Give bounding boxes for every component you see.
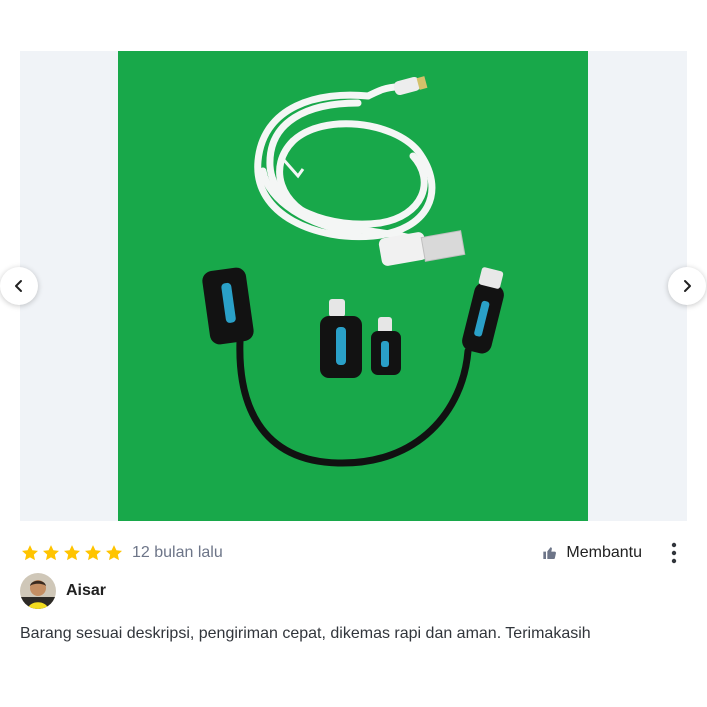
review-photo[interactable] <box>118 51 588 521</box>
thumbs-up-icon <box>543 547 557 559</box>
review-meta-row: 12 bulan lalu Membantu <box>20 540 687 566</box>
next-image-button[interactable] <box>668 267 706 305</box>
star-icon <box>64 545 80 561</box>
reviewer-row: Aisar <box>20 572 106 609</box>
avatar[interactable] <box>20 572 56 609</box>
previous-image-button[interactable] <box>0 267 38 305</box>
helpful-label: Membantu <box>566 544 642 561</box>
star-icon <box>106 545 122 561</box>
more-options-button[interactable] <box>666 540 682 566</box>
kebab-menu-icon <box>671 542 677 564</box>
helpful-button[interactable]: Membantu <box>542 540 642 566</box>
star-icon <box>85 545 101 561</box>
reviewer-name[interactable]: Aisar <box>66 582 106 600</box>
star-icon <box>43 545 59 561</box>
chevron-right-icon <box>684 280 691 292</box>
review-time: 12 bulan lalu <box>132 544 223 561</box>
review-text: Barang sesuai deskripsi, pengiriman cepa… <box>20 625 591 642</box>
star-icon <box>22 545 38 561</box>
avatar-image <box>20 572 56 609</box>
review-image-gallery <box>20 51 687 521</box>
product-photo-cables <box>118 51 588 521</box>
star-rating <box>20 543 124 563</box>
chevron-left-icon <box>15 280 22 292</box>
